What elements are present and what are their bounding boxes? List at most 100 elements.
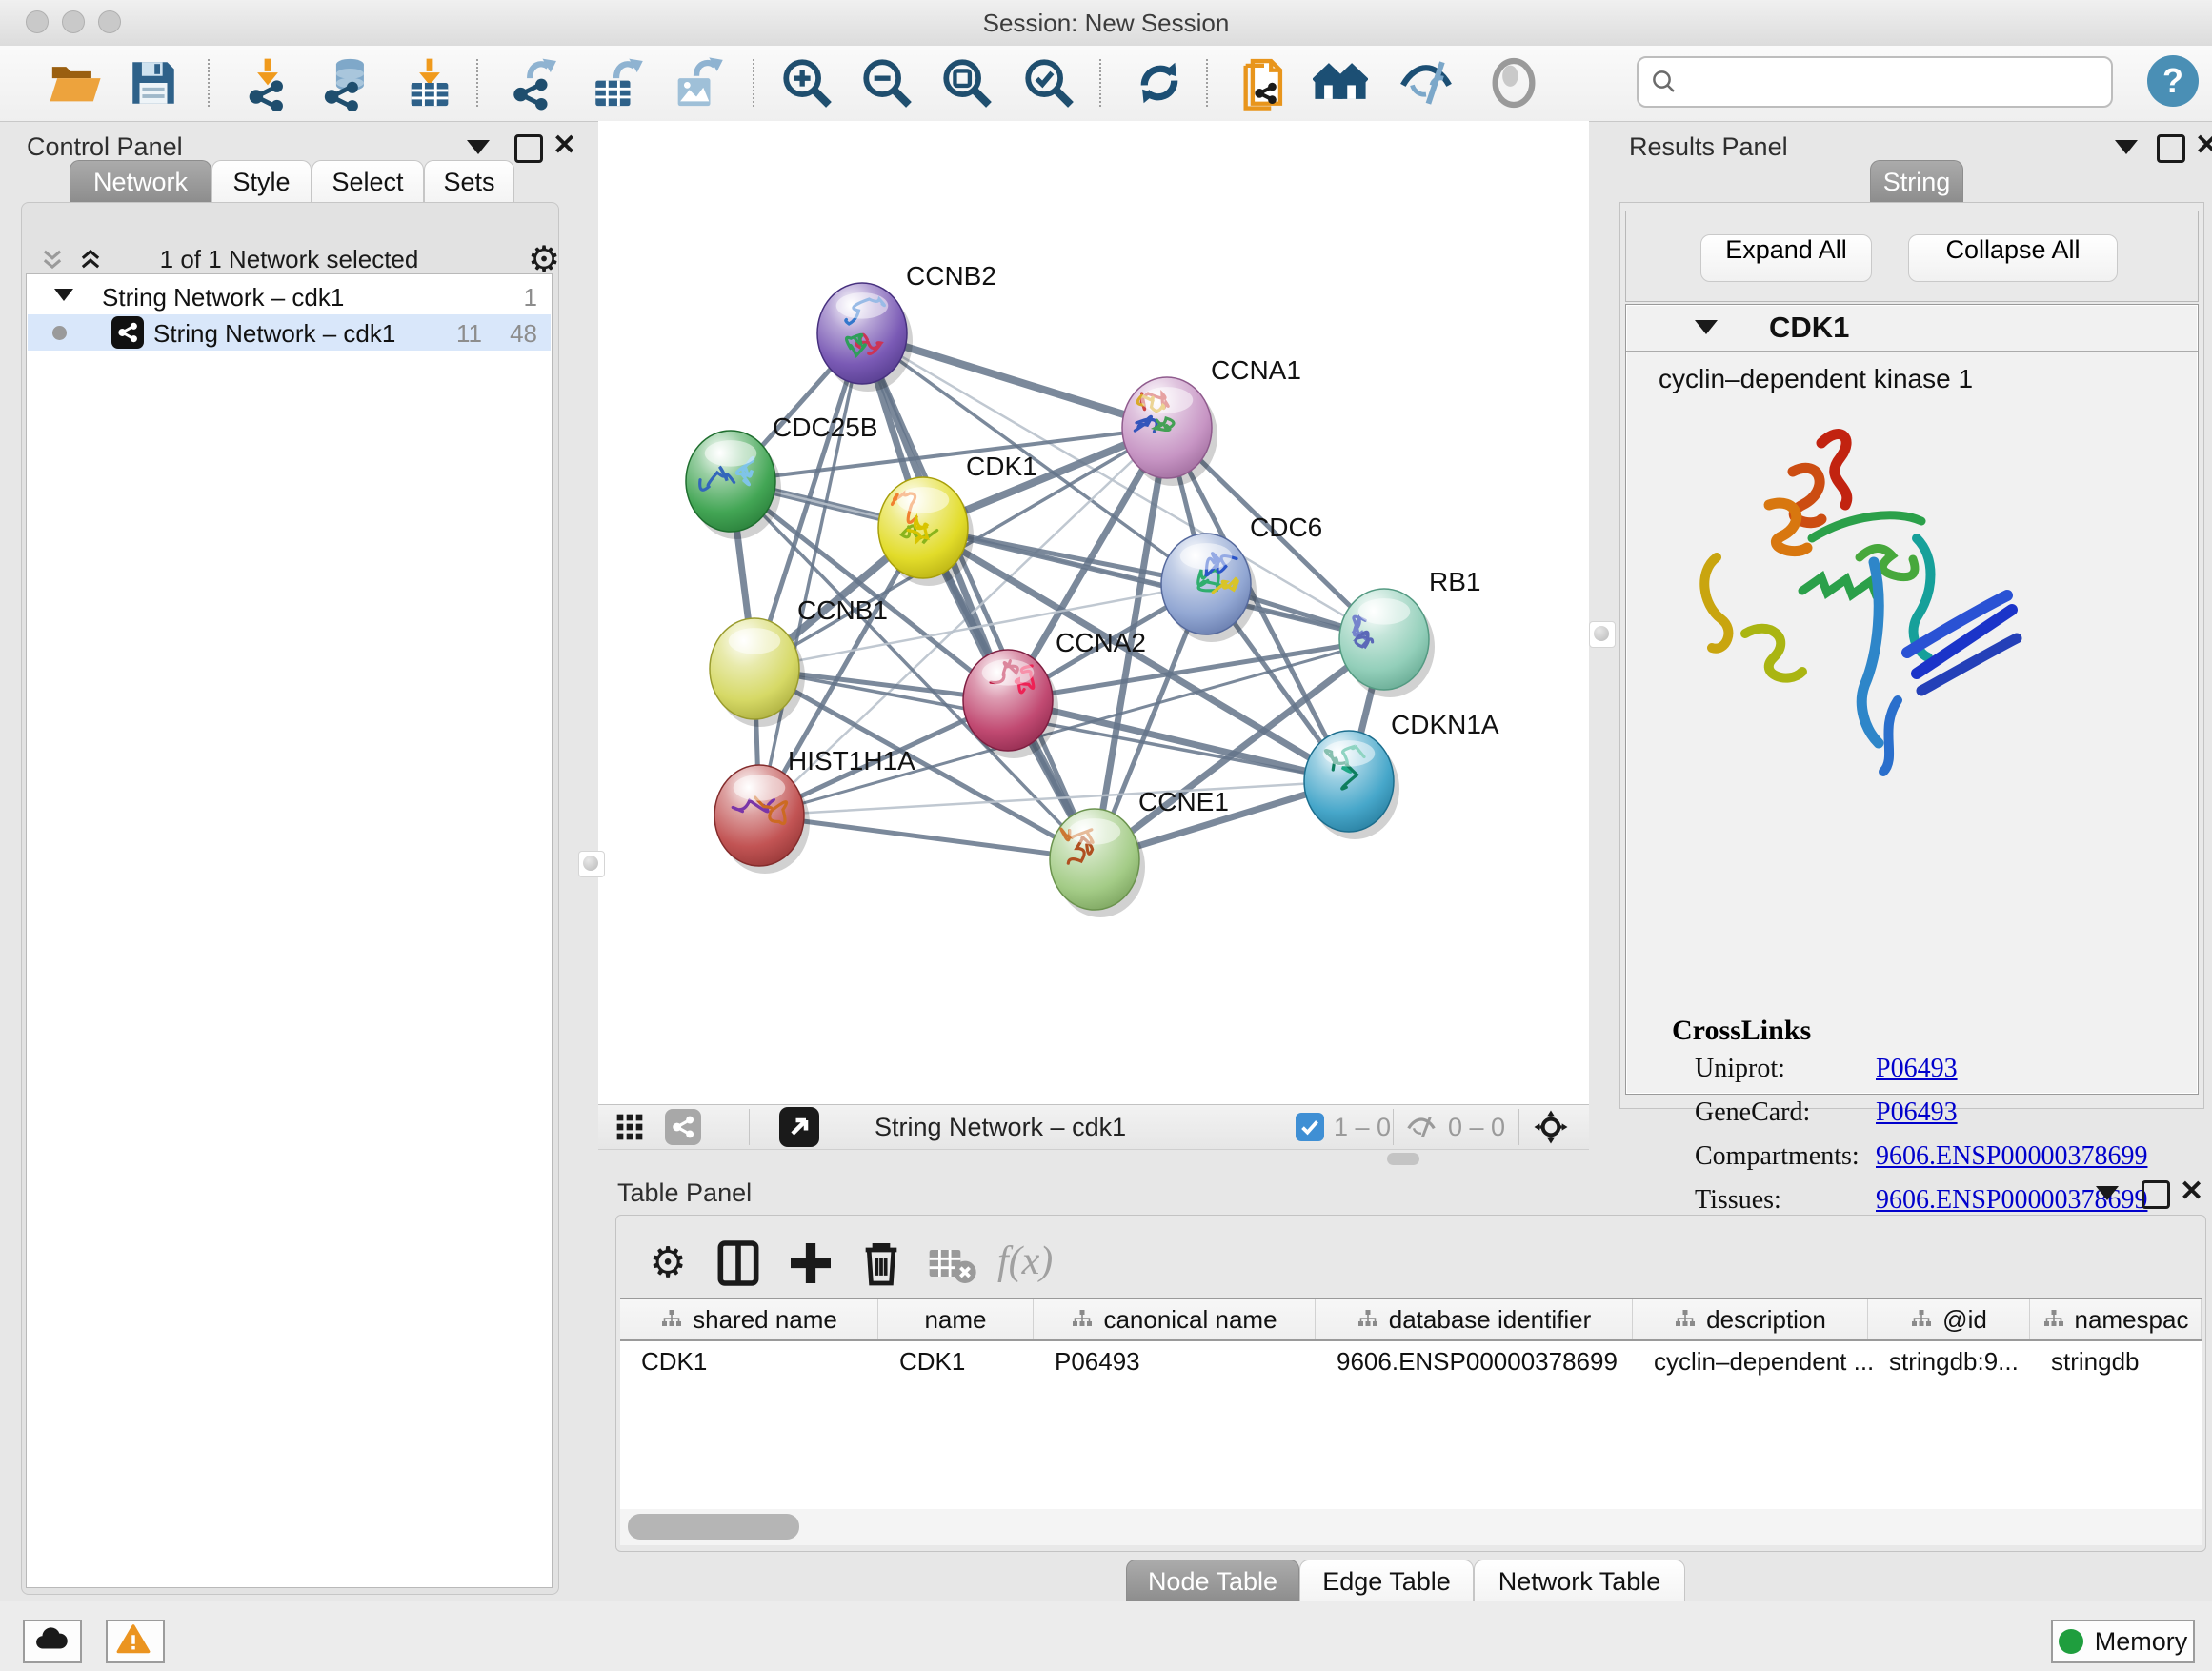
column-header-shared-name[interactable]: shared name (620, 1299, 878, 1339)
column-header-description[interactable]: description (1633, 1299, 1868, 1339)
node-HIST1H1A[interactable]: HIST1H1A (714, 746, 915, 874)
show-hide-graphics-icon[interactable] (1398, 55, 1454, 111)
gene-section: CDK1 cyclin–dependent kinase 1 (1625, 304, 2199, 1095)
cell-name[interactable]: CDK1 (899, 1347, 965, 1377)
column-header-label: @id (1942, 1305, 1987, 1335)
search-field[interactable] (1637, 56, 2113, 108)
home-networks-icon[interactable] (1313, 55, 1368, 111)
cell--id[interactable]: stringdb:9... (1889, 1347, 2019, 1377)
cell-shared-name[interactable]: CDK1 (641, 1347, 707, 1377)
node-CDKN1A[interactable]: CDKN1A (1304, 710, 1499, 839)
delete-column-icon[interactable] (855, 1237, 908, 1290)
panel-menu-icon[interactable] (2096, 1186, 2119, 1200)
tab-style[interactable]: Style (211, 160, 312, 202)
tab-node-table[interactable]: Node Table (1126, 1560, 1299, 1601)
results-panel-title: Results Panel (1629, 132, 1788, 162)
network-overview-icon[interactable] (665, 1109, 701, 1145)
share-session-file-icon[interactable] (1237, 55, 1292, 111)
panel-close-icon[interactable]: ✕ (553, 133, 576, 158)
show-columns-icon[interactable] (712, 1237, 765, 1290)
column-header-label: database identifier (1389, 1305, 1591, 1335)
import-table-file-icon[interactable] (402, 55, 457, 111)
node-label-RB1: RB1 (1429, 567, 1480, 596)
cell-canonical-name[interactable]: P06493 (1055, 1347, 1140, 1377)
network-collection-row[interactable]: String Network – cdk1 1 (28, 278, 551, 314)
current-network-dot-icon (52, 326, 67, 340)
open-session-icon[interactable] (48, 55, 103, 111)
panel-close-icon[interactable]: ✕ (2180, 1179, 2203, 1204)
help-icon[interactable]: ? (2147, 55, 2199, 107)
add-column-icon[interactable] (784, 1237, 837, 1290)
save-session-icon[interactable] (126, 55, 181, 111)
selected-nodes-checkbox-icon[interactable] (1296, 1113, 1324, 1141)
tab-network[interactable]: Network (70, 160, 211, 202)
bottom-splitter-handle[interactable] (1387, 1153, 1419, 1165)
tab-sets[interactable]: Sets (424, 160, 514, 202)
toolbar-separator (753, 59, 754, 107)
preview-sphere-icon[interactable] (1486, 55, 1541, 111)
panel-close-icon[interactable]: ✕ (2195, 133, 2212, 158)
refresh-icon[interactable] (1132, 55, 1187, 111)
crosslink-label: GeneCard: (1695, 1097, 1810, 1128)
column-header-name[interactable]: name (878, 1299, 1034, 1339)
cell-database-identifier[interactable]: 9606.ENSP00000378699 (1337, 1347, 1618, 1377)
delete-table-icon[interactable] (925, 1237, 978, 1290)
cell-namespac[interactable]: stringdb (2051, 1347, 2140, 1377)
panel-float-icon[interactable] (514, 134, 543, 163)
tab-select[interactable]: Select (312, 160, 424, 202)
horizontal-scrollbar[interactable] (620, 1509, 2202, 1545)
zoom-out-icon[interactable] (859, 55, 915, 111)
edge-CCNB2-CCNE1[interactable] (862, 333, 1095, 859)
node-RB1[interactable]: RB1 (1339, 567, 1480, 697)
panel-menu-icon[interactable] (467, 140, 490, 154)
zoom-in-icon[interactable] (779, 55, 835, 111)
tab-string[interactable]: String (1870, 160, 1963, 202)
tab-edge-table[interactable]: Edge Table (1299, 1560, 1474, 1601)
network-row-selected[interactable]: String Network – cdk1 11 48 (28, 314, 551, 351)
node-CDC6[interactable]: CDC6 (1161, 513, 1322, 642)
crosslink-link[interactable]: P06493 (1876, 1054, 1958, 1084)
gene-section-header[interactable]: CDK1 (1626, 305, 2198, 352)
cell-description[interactable]: cyclin–dependent ... (1654, 1347, 1874, 1377)
node-CCNE1[interactable]: CCNE1 (1050, 787, 1229, 917)
network-view-canvas[interactable]: CCNB2CCNA1CDC25BCDK1CDC6RB1CCNB1CCNA2CDK… (598, 121, 1589, 1104)
zoom-fit-icon[interactable] (939, 55, 995, 111)
cloud-button[interactable] (23, 1620, 82, 1663)
zoom-selected-icon[interactable] (1021, 55, 1076, 111)
detach-view-icon[interactable] (779, 1107, 819, 1147)
column-header-database-identifier[interactable]: database identifier (1316, 1299, 1633, 1339)
section-collapse-icon[interactable] (1695, 320, 1718, 334)
collapse-all-button[interactable]: Collapse All (1908, 234, 2118, 282)
tab-network-table[interactable]: Network Table (1474, 1560, 1685, 1601)
search-input[interactable] (1688, 62, 2101, 100)
node-CCNB1[interactable]: CCNB1 (710, 595, 888, 727)
warnings-button[interactable] (106, 1620, 165, 1663)
column-header-canonical-name[interactable]: canonical name (1034, 1299, 1316, 1339)
crosslink-link[interactable]: P06493 (1876, 1097, 1958, 1128)
export-network-icon[interactable] (507, 55, 562, 111)
table-options-gear-icon[interactable]: ⚙ (641, 1237, 694, 1290)
navigate-crosshair-icon[interactable] (1532, 1108, 1570, 1146)
node-CCNA1[interactable]: CCNA1 (1122, 355, 1301, 486)
node-label-CDC6: CDC6 (1250, 513, 1322, 542)
column-header--id[interactable]: @id (1868, 1299, 2030, 1339)
panel-float-icon[interactable] (2157, 134, 2185, 163)
selected-count: 1 – 0 (1334, 1113, 1391, 1142)
node-CCNB2[interactable]: CCNB2 (817, 261, 996, 392)
import-network-database-icon[interactable] (320, 55, 375, 111)
node-label-CCNE1: CCNE1 (1138, 787, 1229, 816)
import-network-file-icon[interactable] (240, 55, 295, 111)
panel-float-icon[interactable] (2142, 1180, 2170, 1209)
panel-menu-icon[interactable] (2115, 140, 2138, 154)
collection-expand-icon[interactable] (54, 289, 73, 301)
window-title: Session: New Session (0, 9, 2212, 38)
left-splitter-handle[interactable] (578, 851, 605, 877)
hidden-items-eye-slash-icon (1404, 1112, 1438, 1142)
scrollbar-thumb[interactable] (628, 1514, 799, 1540)
column-header-namespac[interactable]: namespac (2030, 1299, 2202, 1339)
export-image-icon[interactable] (669, 55, 724, 111)
memory-button[interactable]: Memory (2051, 1620, 2195, 1663)
grid-view-icon[interactable] (613, 1112, 646, 1142)
export-table-icon[interactable] (589, 55, 644, 111)
expand-all-button[interactable]: Expand All (1700, 234, 1872, 282)
